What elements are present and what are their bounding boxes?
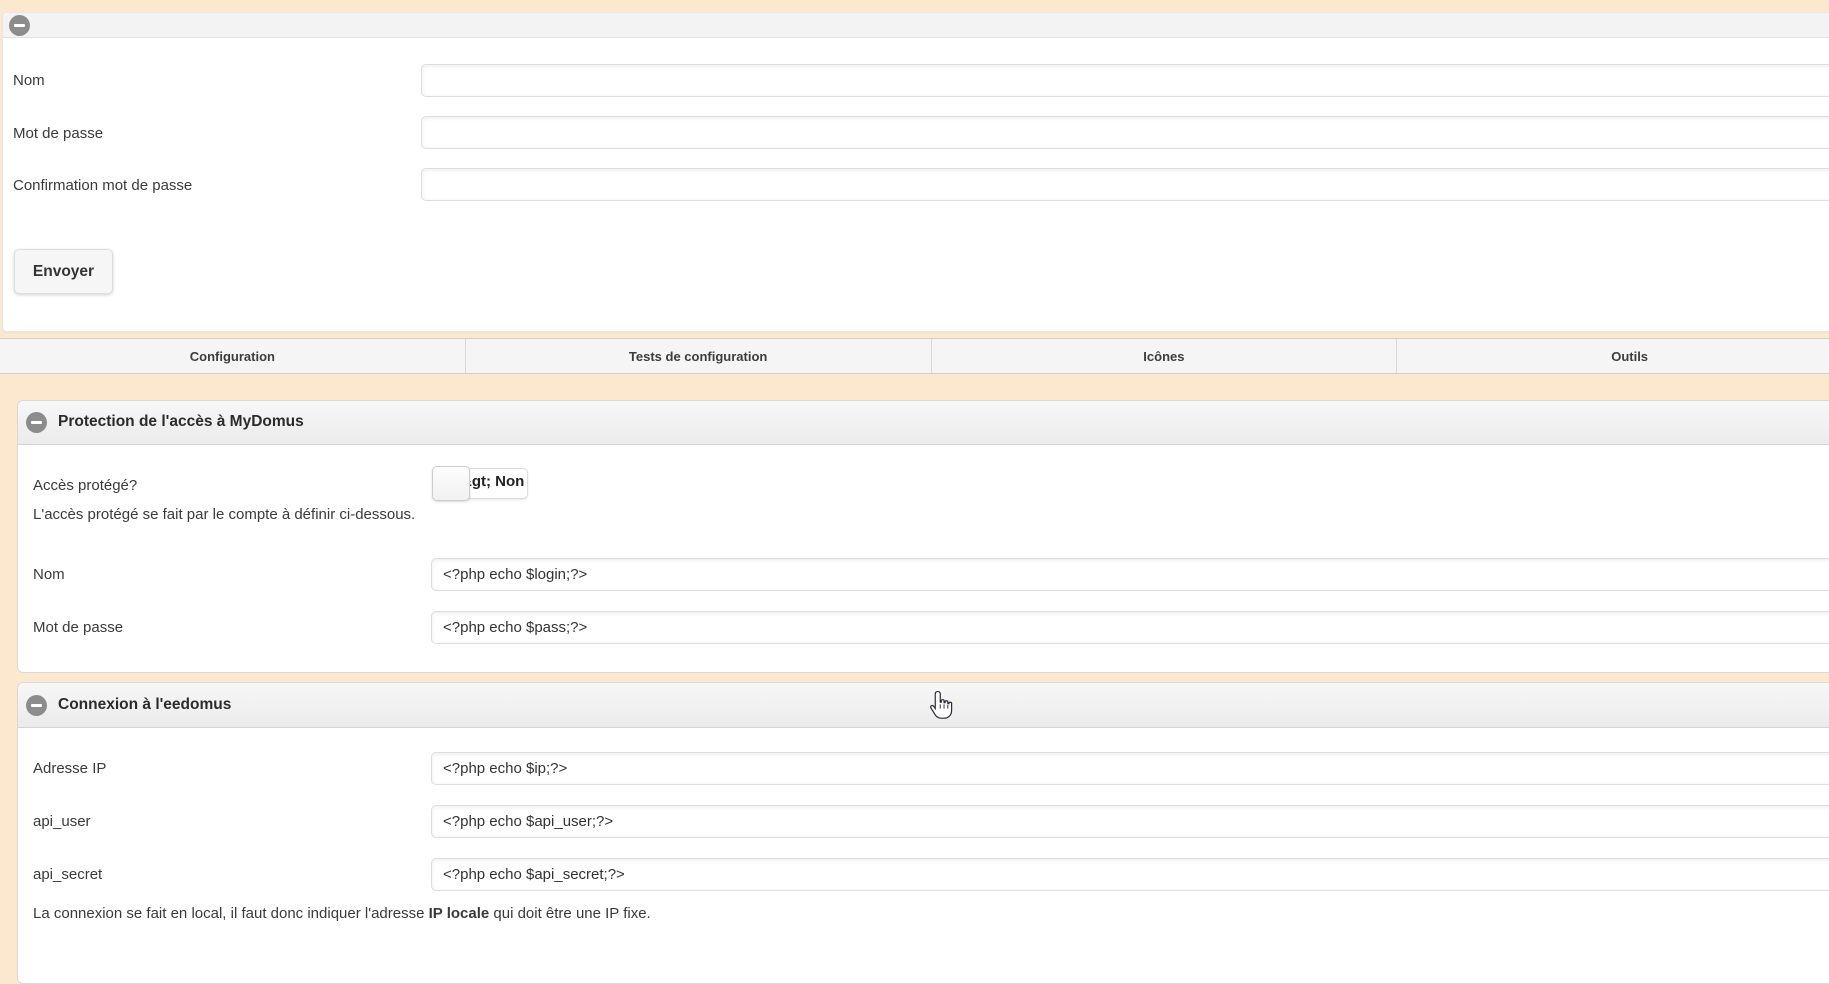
adresse-ip-label: Adresse IP [33,760,106,778]
navigation-tabbar: Configuration Tests de configuration Icô… [0,338,1829,374]
login-input[interactable] [431,558,1829,591]
connexion-note-after: qui doit être une IP fixe. [489,905,651,922]
api-user-label: api_user [33,813,91,831]
protection-acces-title: Protection de l'accès à MyDomus [58,413,304,431]
connexion-note-bold: IP locale [429,905,490,922]
adresse-ip-input[interactable] [431,752,1829,785]
pass-input[interactable] [431,611,1829,644]
tab-outils[interactable]: Outils [1397,339,1829,373]
nom-label: Nom [13,72,45,90]
collapse-minus-icon [9,15,30,36]
collapse-minus-icon [26,695,47,716]
tab-icones[interactable]: Icônes [932,339,1398,373]
tab-configuration[interactable]: Configuration [0,339,466,373]
mouse-cursor-hand-icon [928,690,954,728]
pass-label: Mot de passe [33,619,123,637]
connexion-note: La connexion se fait en local, il faut d… [33,905,651,922]
confirmation-mot-de-passe-label: Confirmation mot de passe [13,177,192,195]
login-label: Nom [33,566,65,584]
protection-acces-header[interactable]: Protection de l'accès à MyDomus [18,401,1829,445]
connexion-eedomus-header[interactable]: Connexion à l'eedomus [18,683,1829,728]
account-form-collapsible-header[interactable] [3,13,1829,38]
connexion-eedomus-title: Connexion à l'eedomus [58,696,231,714]
mot-de-passe-input[interactable] [421,116,1829,149]
collapse-minus-icon [26,412,47,433]
tab-tests-de-configuration[interactable]: Tests de configuration [466,339,932,373]
acces-protege-switch-handle[interactable] [432,466,470,501]
nom-input[interactable] [421,64,1829,97]
acces-protege-label: Accès protégé? [33,477,137,495]
confirmation-mot-de-passe-input[interactable] [421,168,1829,201]
mot-de-passe-label: Mot de passe [13,125,103,143]
connexion-note-before: La connexion se fait en local, il faut d… [33,905,429,922]
envoyer-button[interactable]: Envoyer [14,249,113,294]
protection-note: L'accès protégé se fait par le compte à … [33,506,415,523]
acces-protege-switch-text: &gt; Non [461,473,524,490]
api-user-input[interactable] [431,805,1829,838]
api-secret-label: api_secret [33,866,102,884]
api-secret-input[interactable] [431,858,1829,891]
account-form-collapsible: Nom Mot de passe Confirmation mot de pas… [2,12,1829,332]
